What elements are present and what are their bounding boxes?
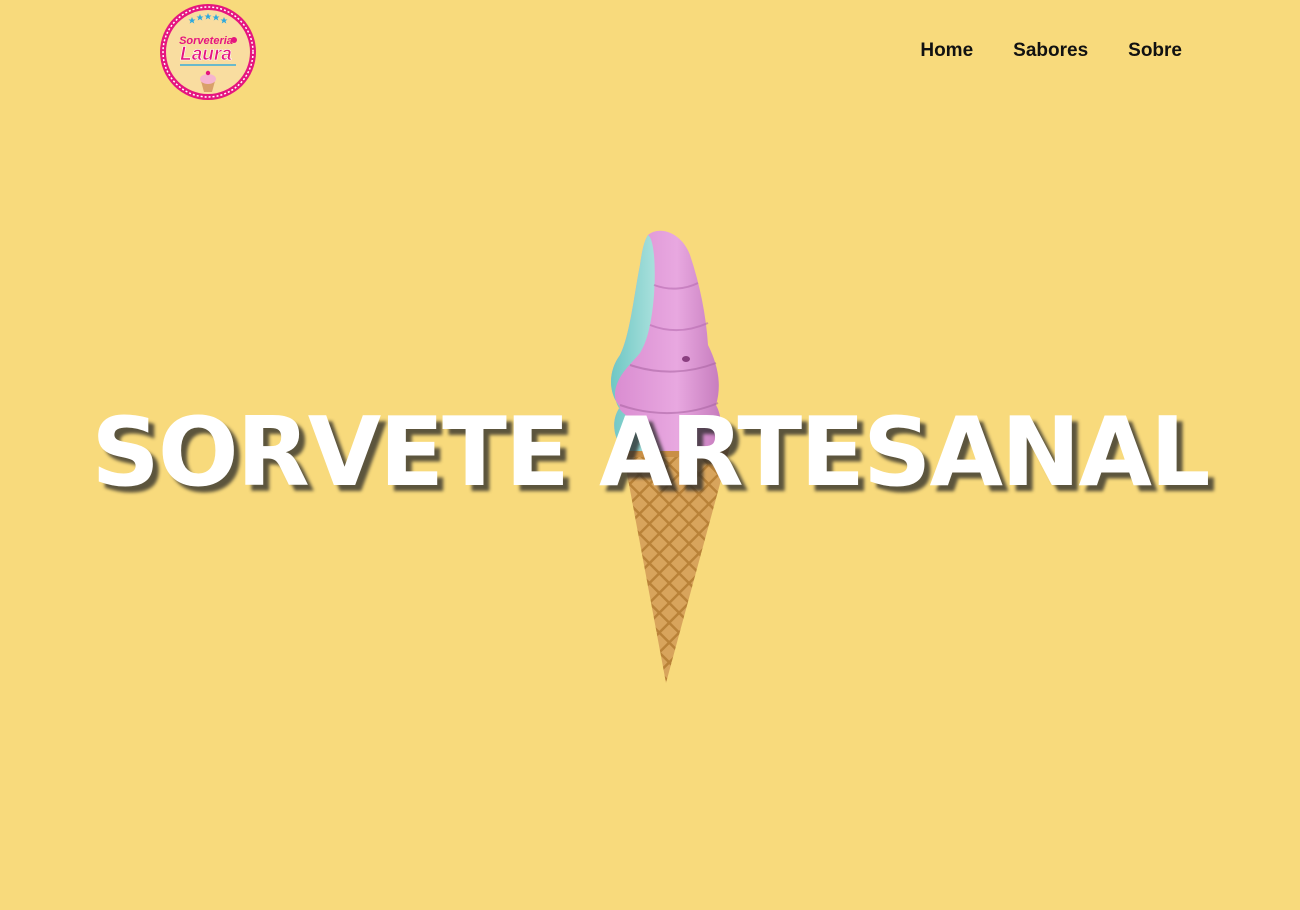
nav-link-home[interactable]: Home [920, 40, 973, 61]
logo-text-main: Laura [180, 44, 232, 65]
hero-title: SORVETE ARTESANAL [91, 398, 1210, 508]
nav-item-sabores: Sabores [1013, 40, 1088, 62]
nav-link-sobre[interactable]: Sobre [1128, 40, 1182, 61]
main-nav: Home Sabores Sobre [920, 40, 1182, 62]
ice-cream-shop-logo-icon: Sorveteria Laura [160, 4, 256, 100]
nav-item-home: Home [920, 40, 973, 62]
nav-item-sobre: Sobre [1128, 40, 1182, 62]
brand-logo[interactable]: Sorveteria Laura [158, 2, 258, 102]
nav-link-sabores[interactable]: Sabores [1013, 40, 1088, 61]
